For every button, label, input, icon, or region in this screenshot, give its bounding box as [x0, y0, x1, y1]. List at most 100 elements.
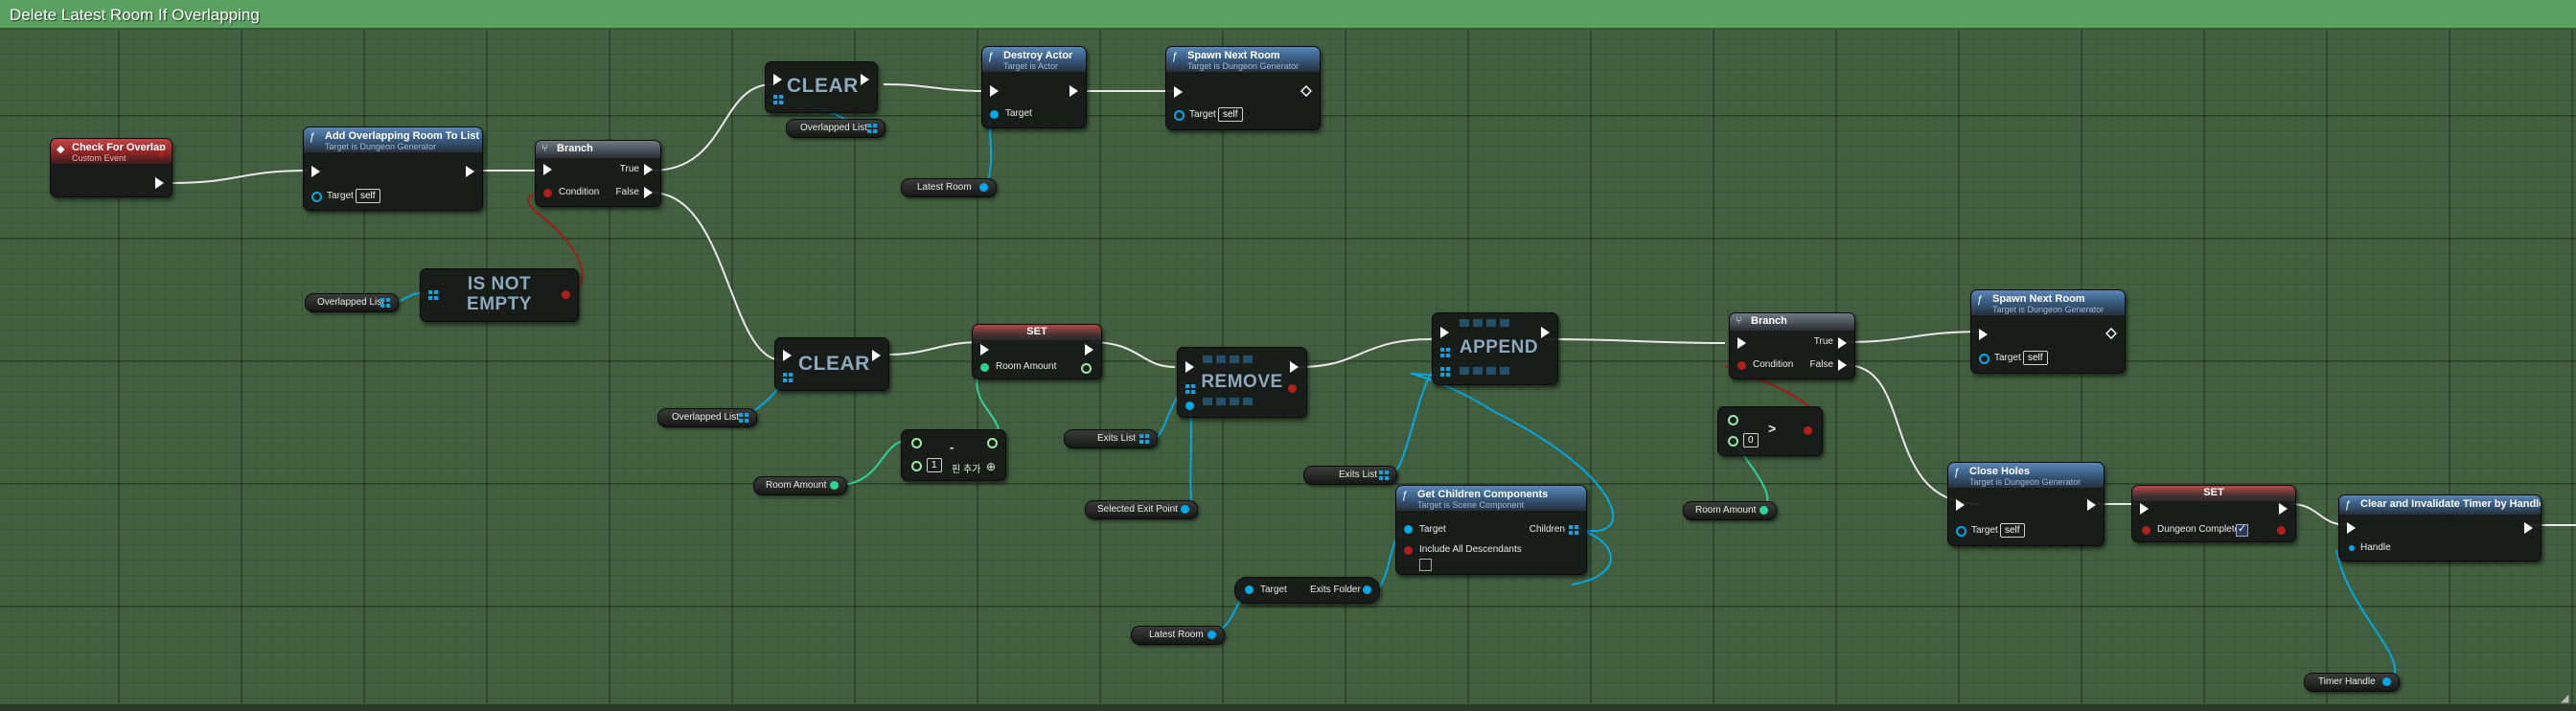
append-node[interactable]: APPEND	[1432, 312, 1558, 385]
target-pin[interactable]	[1404, 525, 1413, 534]
overlapped-list-variable[interactable]: Overlapped List	[657, 408, 757, 427]
spawn-next-room-node-2[interactable]: ƒ Spawn Next Room Target is Dungeon Gene…	[1970, 289, 2126, 374]
exec-output-pin[interactable]	[2087, 499, 2096, 511]
bool-output-pin[interactable]	[1288, 384, 1297, 393]
spawn-next-room-node-1[interactable]: ƒ Spawn Next Room Target is Dungeon Gene…	[1165, 46, 1321, 130]
remove-node[interactable]: REMOVE	[1177, 347, 1307, 418]
bool-output-pin[interactable]	[1804, 426, 1812, 435]
exec-input-pin[interactable]	[783, 350, 792, 361]
object-pin[interactable]	[979, 183, 988, 192]
exec-output-pin[interactable]	[155, 177, 164, 189]
clear-timer-node[interactable]: ƒ Clear and Invalidate Timer by Handle H…	[2338, 494, 2542, 562]
target-self-field[interactable]: self	[356, 189, 380, 203]
source-array-pin[interactable]	[1440, 367, 1450, 377]
add-overlapping-room-node[interactable]: ƒ Add Overlapping Room To List Target is…	[303, 126, 483, 211]
target-pin[interactable]	[990, 110, 999, 119]
room-amount-output-pin[interactable]	[1081, 363, 1092, 374]
clear-node-1[interactable]: CLEAR	[765, 61, 878, 113]
false-exec-pin[interactable]	[644, 187, 653, 198]
compare-value-field[interactable]: 0	[1743, 433, 1759, 447]
array-pin[interactable]	[739, 413, 748, 423]
target-pin[interactable]	[1979, 354, 1990, 364]
condition-pin[interactable]	[543, 189, 552, 197]
int-output-pin[interactable]	[987, 438, 998, 448]
target-pin[interactable]	[1245, 585, 1254, 594]
dungeon-complete-checkbox[interactable]	[2236, 522, 2248, 537]
overlapped-list-variable[interactable]: Overlapped List	[786, 119, 886, 138]
include-descendants-checkbox[interactable]	[1419, 559, 1432, 571]
resize-grip-icon[interactable]: ◢	[2561, 692, 2568, 704]
check-for-overlap-node[interactable]: ◆ Check For Overlap Custom Event	[50, 138, 172, 197]
array-pin[interactable]	[867, 124, 877, 133]
exec-output-pin[interactable]	[466, 166, 474, 177]
target-pin[interactable]	[1956, 526, 1966, 537]
object-pin[interactable]	[1208, 631, 1216, 639]
room-amount-input-pin[interactable]	[980, 363, 989, 372]
get-children-components-node[interactable]: ƒ Get Children Components Target is Scen…	[1395, 485, 1587, 575]
clear-node-2[interactable]: CLEAR	[774, 337, 889, 391]
array-input-pin[interactable]	[783, 373, 793, 382]
add-pin-icon[interactable]: ⊕	[986, 460, 996, 473]
exec-output-pin[interactable]	[2105, 328, 2117, 339]
overlapped-list-variable[interactable]: Overlapped List	[305, 293, 399, 312]
exec-input-pin[interactable]	[990, 85, 999, 97]
int-input-pin-a[interactable]	[1728, 415, 1738, 425]
children-output-pin[interactable]	[1569, 525, 1578, 535]
array-pin[interactable]	[1139, 434, 1149, 444]
array-input-pin[interactable]	[773, 95, 783, 104]
set-dungeon-complete-node[interactable]: SET Dungeon Complete	[2131, 485, 2296, 542]
blueprint-graph-canvas[interactable]: Delete Latest Room If Overlapping ◆ Chec…	[0, 0, 2576, 711]
exec-output-pin[interactable]	[1300, 85, 1312, 97]
true-exec-pin[interactable]	[1838, 337, 1847, 349]
branch-node-2[interactable]: ⑂ Branch True Condition False	[1729, 312, 1855, 379]
is-not-empty-node[interactable]: IS NOT EMPTY	[420, 268, 579, 322]
target-self-field[interactable]: self	[1218, 107, 1243, 122]
bool-output-pin[interactable]	[2277, 526, 2286, 535]
exec-input-pin[interactable]	[1979, 329, 1988, 340]
exec-output-pin[interactable]	[861, 74, 869, 85]
room-amount-variable[interactable]: Room Amount	[1683, 501, 1777, 520]
set-room-amount-node[interactable]: SET Room Amount	[972, 324, 1102, 379]
exec-input-pin[interactable]	[1174, 86, 1183, 98]
condition-pin[interactable]	[1737, 361, 1746, 370]
int-pin[interactable]	[830, 481, 839, 490]
exec-output-pin[interactable]	[1070, 85, 1078, 97]
add-pin-label[interactable]: 핀 추가	[952, 461, 980, 475]
exec-output-pin[interactable]	[1085, 344, 1093, 356]
int-pin[interactable]	[1760, 506, 1768, 515]
exec-input-pin[interactable]	[311, 166, 320, 177]
bool-output-pin[interactable]	[562, 290, 570, 299]
branch-node-1[interactable]: ⑂ Branch True Condition False	[535, 140, 661, 207]
close-holes-node[interactable]: ƒ Close Holes Target is Dungeon Generato…	[1947, 462, 2104, 546]
exits-list-variable[interactable]: Exits List	[1303, 466, 1397, 485]
room-amount-variable[interactable]: Room Amount	[753, 476, 847, 495]
int-input-pin-b[interactable]	[1728, 436, 1738, 447]
exec-input-pin[interactable]	[773, 74, 782, 85]
exec-input-pin[interactable]	[543, 164, 552, 175]
array-pin[interactable]	[1379, 470, 1389, 480]
array-input-pin[interactable]	[428, 290, 438, 300]
bool-input-pin[interactable]	[2142, 526, 2150, 535]
target-self-field[interactable]: self	[2023, 351, 2048, 365]
subtract-node[interactable]: 1 - 핀 추가 ⊕	[901, 429, 1006, 481]
exec-input-pin[interactable]	[1737, 337, 1746, 349]
latest-room-variable[interactable]: Latest Room	[901, 178, 997, 197]
exec-output-pin[interactable]	[2524, 522, 2533, 534]
exec-input-pin[interactable]	[1440, 327, 1449, 338]
exec-output-pin[interactable]	[1290, 361, 1299, 373]
include-descendants-pin[interactable]	[1404, 546, 1413, 555]
exec-output-pin[interactable]	[872, 350, 881, 361]
exec-input-pin[interactable]	[980, 344, 989, 356]
destroy-actor-node[interactable]: ƒ Destroy Actor Target is Actor Target	[981, 46, 1087, 128]
exits-folder-output-pin[interactable]	[1363, 585, 1371, 594]
subtract-value-field[interactable]: 1	[927, 458, 942, 472]
selected-exit-point-variable[interactable]: Selected Exit Point	[1085, 500, 1198, 519]
exec-output-pin[interactable]	[1541, 327, 1550, 338]
exec-input-pin[interactable]	[2347, 522, 2356, 534]
target-pin[interactable]	[311, 192, 322, 202]
exits-list-variable[interactable]: Exits List	[1064, 429, 1158, 448]
exec-input-pin[interactable]	[1185, 361, 1194, 373]
true-exec-pin[interactable]	[644, 164, 653, 175]
array-input-pin[interactable]	[1185, 384, 1195, 394]
object-pin[interactable]	[1181, 505, 1189, 514]
